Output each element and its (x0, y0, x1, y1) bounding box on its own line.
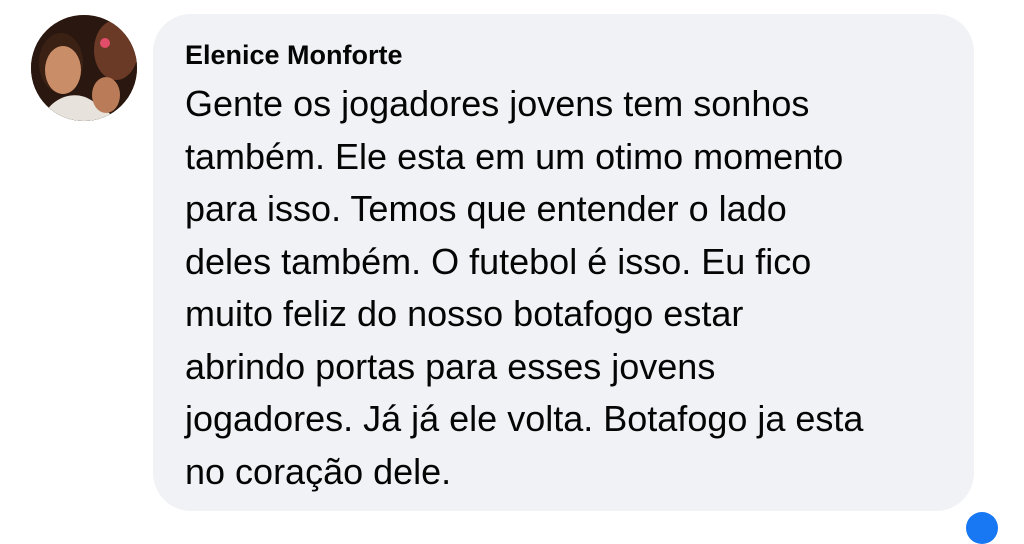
comment: Elenice Monforte Gente os jogadores jove… (0, 0, 1024, 544)
comment-text: Gente os jogadores jovens tem sonhos tam… (185, 83, 864, 492)
avatar[interactable] (31, 15, 137, 121)
reaction-icon[interactable] (966, 512, 998, 544)
comment-bubble: Elenice Monforte Gente os jogadores jove… (153, 14, 974, 511)
avatar-photo-icon (31, 15, 137, 121)
comment-author[interactable]: Elenice Monforte (185, 38, 944, 72)
